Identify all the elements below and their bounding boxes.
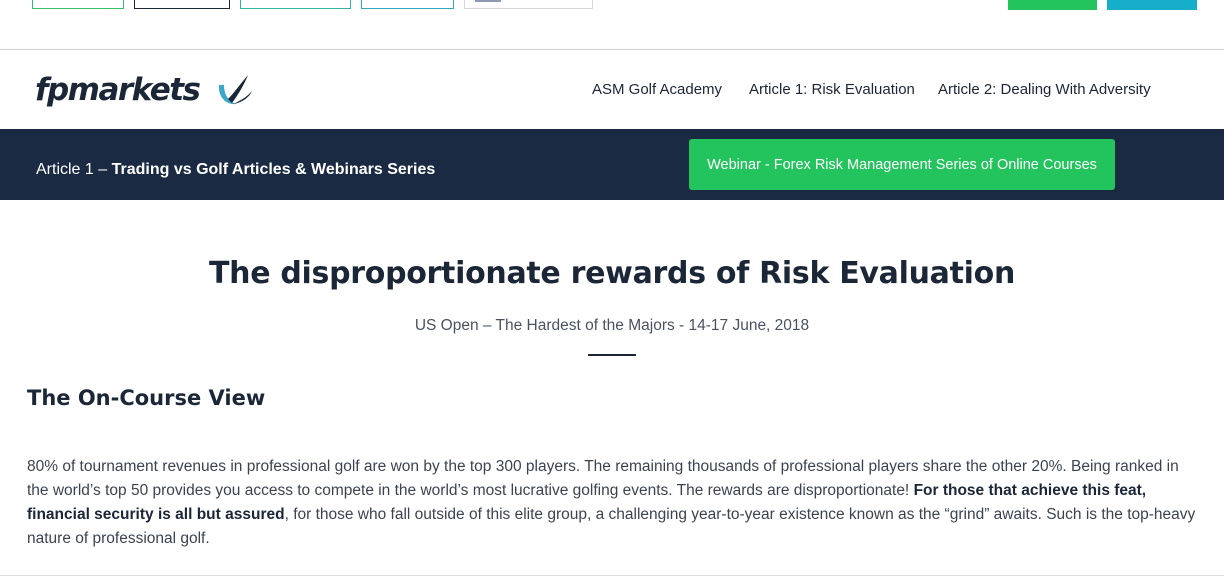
webinar-button[interactable]: Webinar - Forex Risk Management Series o… bbox=[689, 139, 1115, 190]
nav-item-article-1[interactable]: Article 1: Risk Evaluation bbox=[749, 81, 915, 98]
flag-icon bbox=[475, 0, 501, 2]
bottom-divider bbox=[0, 575, 1224, 576]
nav-item-asm-golf-academy[interactable]: ASM Golf Academy bbox=[592, 81, 722, 98]
top-cta-cyan-button[interactable] bbox=[1107, 0, 1197, 10]
banner-heading: Article 1 – Trading vs Golf Articles & W… bbox=[36, 161, 435, 179]
top-button-1[interactable] bbox=[32, 0, 124, 9]
banner-title: Trading vs Golf Articles & Webinars Seri… bbox=[111, 161, 436, 178]
logo-text: fpmarkets bbox=[35, 72, 201, 108]
article-paragraph: 80% of tournament revenues in profession… bbox=[27, 455, 1197, 551]
banner-prefix: Article 1 – bbox=[36, 161, 112, 178]
article-subtitle: US Open – The Hardest of the Majors - 14… bbox=[414, 317, 810, 334]
site-header: fpmarkets ASM Golf Academy Article 1: Ri… bbox=[0, 51, 1224, 129]
nav-item-article-2[interactable]: Article 2: Dealing With Adversity bbox=[938, 81, 1151, 98]
top-button-3[interactable] bbox=[240, 0, 351, 9]
series-banner: Article 1 – Trading vs Golf Articles & W… bbox=[0, 129, 1224, 200]
site-logo[interactable]: fpmarkets bbox=[35, 69, 256, 111]
top-button-2[interactable] bbox=[134, 0, 230, 9]
title-divider bbox=[588, 354, 636, 356]
article-title: The disproportionate rewards of Risk Eva… bbox=[208, 256, 1016, 291]
section-heading: The On-Course View bbox=[27, 386, 266, 410]
language-selector[interactable] bbox=[464, 0, 593, 9]
fpmarkets-logo-icon bbox=[218, 75, 252, 105]
top-toolbar-strip bbox=[0, 0, 1224, 50]
top-button-4[interactable] bbox=[361, 0, 454, 9]
top-cta-green-button[interactable] bbox=[1008, 0, 1097, 10]
